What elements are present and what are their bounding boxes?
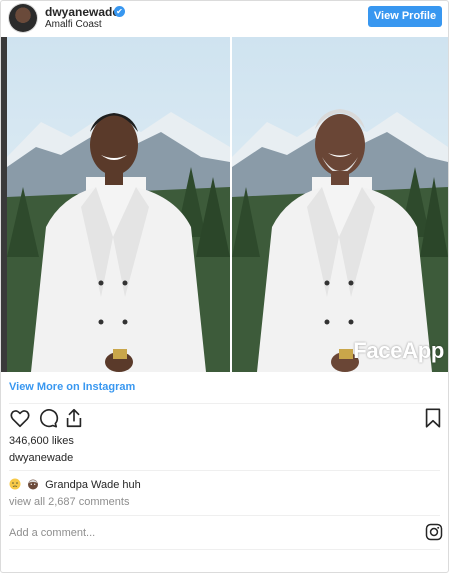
action-bar xyxy=(1,407,448,431)
likes-count[interactable]: 346,600 likes xyxy=(9,435,74,447)
divider xyxy=(9,470,440,471)
divider xyxy=(9,515,440,516)
post-image[interactable]: FaceApp xyxy=(1,37,448,372)
instagram-logo-icon[interactable] xyxy=(425,523,443,541)
view-all-comments-link[interactable]: view all 2,687 comments xyxy=(9,496,129,508)
view-more-link[interactable]: View More on Instagram xyxy=(9,381,135,393)
caption-username[interactable]: dwyanewade xyxy=(9,452,73,464)
view-profile-button[interactable]: View Profile xyxy=(368,6,442,27)
original-photo xyxy=(1,37,230,372)
location[interactable]: Amalfi Coast xyxy=(45,19,102,30)
avatar[interactable] xyxy=(9,4,37,32)
divider xyxy=(9,549,440,550)
aged-photo xyxy=(232,37,448,372)
username[interactable]: dwyanewade xyxy=(45,5,119,19)
thinking-face-emoji-icon xyxy=(9,478,21,490)
post-header: dwyanewade ✔ Amalfi Coast View Profile xyxy=(1,1,448,37)
comment: Grandpa Wade huh xyxy=(9,478,141,491)
share-icon[interactable] xyxy=(63,407,85,429)
verified-badge-icon: ✔ xyxy=(114,6,125,17)
comment-icon[interactable] xyxy=(37,407,59,429)
instagram-embed-card: dwyanewade ✔ Amalfi Coast View Profile F… xyxy=(0,0,449,573)
older-man-emoji-icon xyxy=(28,479,39,490)
bookmark-icon[interactable] xyxy=(422,407,444,429)
faceapp-watermark: FaceApp xyxy=(353,338,444,363)
divider xyxy=(9,403,440,404)
add-comment-input[interactable]: Add a comment... xyxy=(9,527,95,539)
comment-text: Grandpa Wade huh xyxy=(45,479,141,491)
heart-icon[interactable] xyxy=(9,407,31,429)
